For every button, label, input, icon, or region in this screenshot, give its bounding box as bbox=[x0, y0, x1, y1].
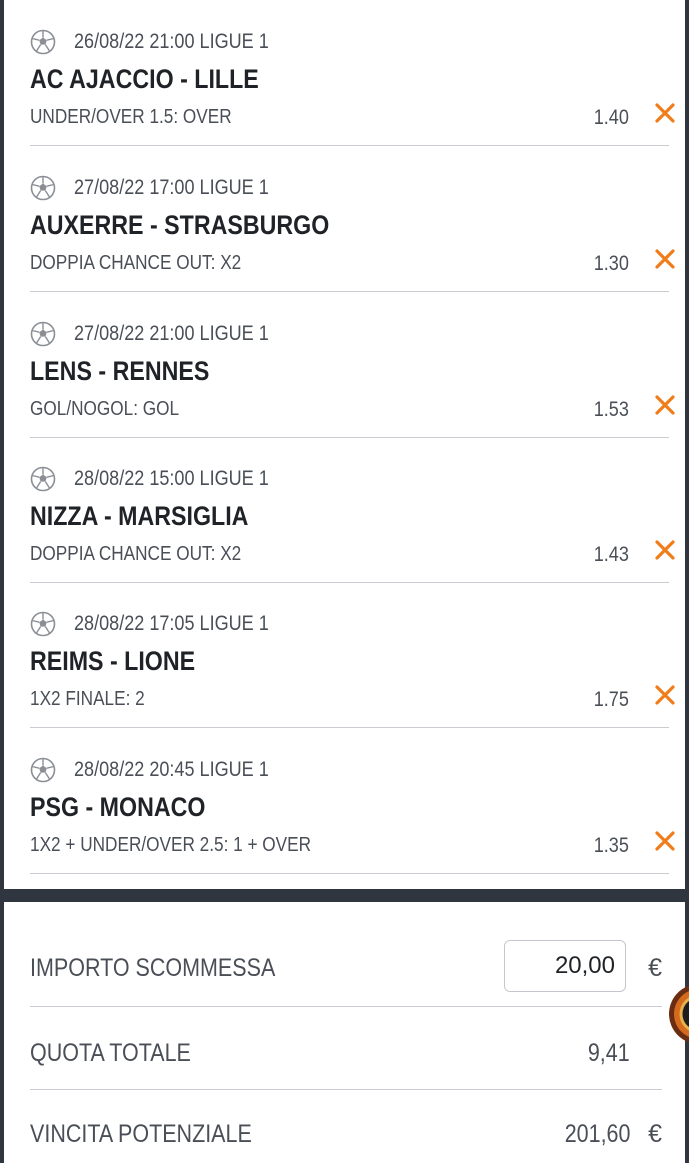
close-icon[interactable] bbox=[653, 829, 677, 853]
bet-meta: 28/08/22 15:00 LIGUE 1 bbox=[30, 465, 301, 493]
stake-input[interactable] bbox=[504, 940, 626, 992]
bet-odd: 1.75 bbox=[593, 688, 629, 711]
bet-datetime-league: 27/08/22 17:00 LIGUE 1 bbox=[74, 176, 269, 199]
bet-match: NIZZA - MARSIGLIA bbox=[30, 501, 249, 531]
bet-odd: 1.35 bbox=[593, 834, 629, 857]
bet-datetime-league: 28/08/22 20:45 LIGUE 1 bbox=[74, 758, 269, 781]
close-icon[interactable] bbox=[653, 683, 677, 707]
bet-item: 28/08/22 20:45 LIGUE 1 PSG - MONACO 1X2 … bbox=[30, 728, 675, 874]
bet-meta: 27/08/22 21:00 LIGUE 1 bbox=[30, 320, 301, 348]
roulette-icon[interactable] bbox=[667, 982, 689, 1046]
bet-market: DOPPIA CHANCE OUT: X2 bbox=[30, 543, 242, 565]
section-divider bbox=[0, 889, 689, 902]
bet-match: AC AJACCIO - LILLE bbox=[30, 64, 259, 94]
potential-win-label: VINCITA POTENZIALE bbox=[30, 1120, 252, 1148]
bet-item: 27/08/22 21:00 LIGUE 1 LENS - RENNES GOL… bbox=[30, 292, 675, 438]
total-odds-row: QUOTA TOTALE 9,41 bbox=[30, 1007, 662, 1089]
bet-match: AUXERRE - STRASBURGO bbox=[30, 210, 330, 240]
bet-market: 1X2 + UNDER/OVER 2.5: 1 + OVER bbox=[30, 834, 312, 856]
soccer-ball-icon bbox=[30, 757, 56, 783]
close-icon[interactable] bbox=[653, 101, 677, 125]
bet-item: 28/08/22 17:05 LIGUE 1 REIMS - LIONE 1X2… bbox=[30, 582, 675, 728]
soccer-ball-icon bbox=[30, 321, 56, 347]
bet-meta: 26/08/22 21:00 LIGUE 1 bbox=[30, 28, 301, 56]
bet-item: 26/08/22 21:00 LIGUE 1 AC AJACCIO - LILL… bbox=[30, 0, 675, 146]
stake-currency: € bbox=[648, 954, 662, 982]
bet-item: 28/08/22 15:00 LIGUE 1 NIZZA - MARSIGLIA… bbox=[30, 437, 675, 583]
close-icon[interactable] bbox=[653, 538, 677, 562]
bet-odd: 1.30 bbox=[593, 252, 629, 275]
bet-datetime-league: 26/08/22 21:00 LIGUE 1 bbox=[74, 30, 269, 53]
bet-odd: 1.43 bbox=[593, 543, 629, 566]
bet-datetime-league: 28/08/22 17:05 LIGUE 1 bbox=[74, 612, 269, 635]
stake-row: IMPORTO SCOMMESSA € bbox=[30, 902, 662, 1006]
bet-meta: 27/08/22 17:00 LIGUE 1 bbox=[30, 174, 301, 202]
soccer-ball-icon bbox=[30, 29, 56, 55]
bet-datetime-league: 28/08/22 15:00 LIGUE 1 bbox=[74, 467, 269, 490]
bet-datetime-league: 27/08/22 21:00 LIGUE 1 bbox=[74, 322, 269, 345]
bet-odd: 1.40 bbox=[593, 106, 629, 129]
bet-match: PSG - MONACO bbox=[30, 792, 206, 822]
bet-market: 1X2 FINALE: 2 bbox=[30, 688, 145, 710]
soccer-ball-icon bbox=[30, 611, 56, 637]
bet-slip: 26/08/22 21:00 LIGUE 1 AC AJACCIO - LILL… bbox=[4, 0, 685, 889]
soccer-ball-icon bbox=[30, 466, 56, 492]
stake-label: IMPORTO SCOMMESSA bbox=[30, 954, 276, 982]
bet-market: DOPPIA CHANCE OUT: X2 bbox=[30, 252, 242, 274]
bet-item: 27/08/22 17:00 LIGUE 1 AUXERRE - STRASBU… bbox=[30, 146, 675, 292]
bet-odd: 1.53 bbox=[593, 398, 629, 421]
total-odds-value: 9,41 bbox=[588, 1039, 630, 1067]
potential-win-currency: € bbox=[648, 1120, 662, 1148]
bet-market: GOL/NOGOL: GOL bbox=[30, 398, 180, 420]
potential-win-row: VINCITA POTENZIALE 201,60 € bbox=[30, 1090, 662, 1163]
bet-match: LENS - RENNES bbox=[30, 356, 210, 386]
bet-market: UNDER/OVER 1.5: OVER bbox=[30, 106, 232, 128]
total-odds-label: QUOTA TOTALE bbox=[30, 1039, 191, 1067]
soccer-ball-icon bbox=[30, 175, 56, 201]
bet-meta: 28/08/22 20:45 LIGUE 1 bbox=[30, 756, 301, 784]
bet-summary: IMPORTO SCOMMESSA € QUOTA TOTALE 9,41 VI… bbox=[4, 902, 685, 1163]
potential-win-value: 201,60 bbox=[564, 1120, 630, 1148]
close-icon[interactable] bbox=[653, 393, 677, 417]
close-icon[interactable] bbox=[653, 247, 677, 271]
bet-match: REIMS - LIONE bbox=[30, 646, 196, 676]
bet-meta: 28/08/22 17:05 LIGUE 1 bbox=[30, 610, 301, 638]
